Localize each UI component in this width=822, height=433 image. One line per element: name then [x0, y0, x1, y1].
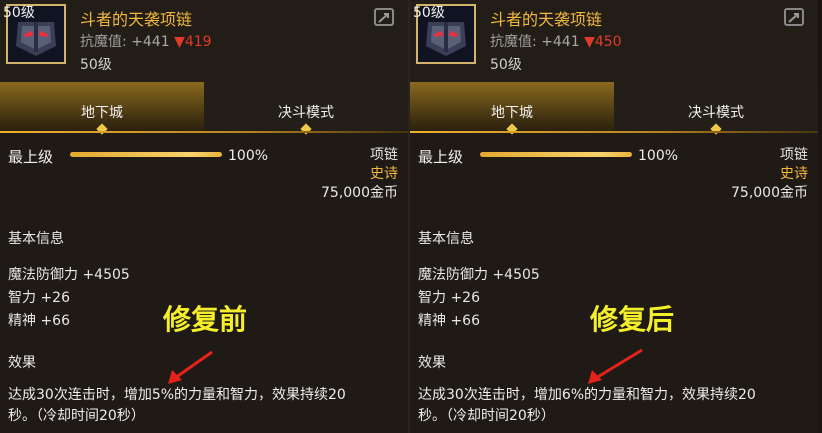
attr-magic-defense: 魔法防御力 +4505	[418, 267, 540, 283]
share-icon[interactable]	[374, 8, 394, 26]
tab-underline	[410, 131, 818, 133]
stat-down-arrow: ▼	[174, 34, 185, 50]
effect-text: 达成30次连击时，增加5%的力量和智力，效果持续20 秒。（冷却时间20秒）	[8, 385, 398, 427]
grade-percent: 100%	[638, 148, 679, 164]
tooltip-panel-after: 50级 斗者的天袭项链 抗魔值: +441 ▼450 50级 地下城 决斗模式 …	[410, 0, 818, 433]
tab-underline	[0, 131, 408, 133]
tab-duel[interactable]: 决斗模式	[614, 82, 818, 135]
effect-line-1: 达成30次连击时，增加5%的力量和智力，效果持续20	[8, 387, 346, 403]
tab-dungeon-label: 地下城	[81, 105, 123, 121]
mode-tabs: 地下城 决斗模式	[0, 82, 408, 135]
tab-dungeon-label: 地下城	[491, 105, 533, 121]
after-fix-label: 修复后	[590, 303, 675, 336]
tooltip-header: 50级 斗者的天袭项链 抗魔值: +441 ▼419 50级	[0, 0, 408, 82]
tab-duel[interactable]: 决斗模式	[204, 82, 408, 135]
basic-info-title: 基本信息	[8, 231, 64, 247]
tab-dungeon[interactable]: 地下城	[0, 82, 204, 135]
item-type: 项链	[370, 147, 398, 163]
stat-plus: +441	[131, 34, 170, 50]
effect-title: 效果	[8, 355, 36, 371]
grade-label: 最上级	[418, 148, 464, 166]
attr-spirit: 精神 +66	[8, 313, 70, 329]
basic-info-title: 基本信息	[418, 231, 474, 247]
item-level-tag: 50级	[3, 5, 35, 21]
tab-duel-label: 决斗模式	[278, 105, 334, 121]
tooltip-header: 50级 斗者的天袭项链 抗魔值: +441 ▼450 50级	[410, 0, 818, 82]
item-rarity: 史诗	[370, 166, 398, 182]
before-fix-label: 修复前	[163, 303, 248, 336]
item-level-sub: 50级	[490, 57, 522, 73]
grade-progress-bar	[480, 152, 632, 157]
item-rarity: 史诗	[780, 166, 808, 182]
effect-text: 达成30次连击时，增加6%的力量和智力，效果持续20 秒。（冷却时间20秒）	[418, 385, 808, 427]
grade-percent: 100%	[228, 148, 269, 164]
grade-progress-bar	[70, 152, 222, 157]
attr-magic-defense: 魔法防御力 +4505	[8, 267, 130, 283]
effect-line-1: 达成30次连击时，增加6%的力量和智力，效果持续20	[418, 387, 756, 403]
item-name: 斗者的天袭项链	[80, 10, 193, 29]
tab-dungeon[interactable]: 地下城	[410, 82, 614, 135]
attr-spirit: 精神 +66	[418, 313, 480, 329]
stat-plus: +441	[541, 34, 580, 50]
stat-line: 抗魔值: +441 ▼419	[80, 31, 212, 51]
attr-intelligence: 智力 +26	[418, 290, 480, 306]
stat-name: 抗魔值:	[490, 34, 542, 50]
item-type: 项链	[780, 147, 808, 163]
effect-line-2: 秒。（冷却时间20秒）	[418, 408, 555, 424]
tab-duel-label: 决斗模式	[688, 105, 744, 121]
share-icon[interactable]	[784, 8, 804, 26]
item-name: 斗者的天袭项链	[490, 10, 603, 29]
stat-name: 抗魔值:	[80, 34, 132, 50]
mode-tabs: 地下城 决斗模式	[410, 82, 818, 135]
stat-line: 抗魔值: +441 ▼450	[490, 31, 622, 51]
attr-intelligence: 智力 +26	[8, 290, 70, 306]
stat-down-arrow: ▼	[584, 34, 595, 50]
effect-title: 效果	[418, 355, 446, 371]
stat-down-value: 419	[184, 34, 212, 50]
stat-down-value: 450	[594, 34, 622, 50]
item-level-sub: 50级	[80, 57, 112, 73]
effect-line-2: 秒。（冷却时间20秒）	[8, 408, 145, 424]
item-level-tag: 50级	[413, 5, 445, 21]
grade-label: 最上级	[8, 148, 54, 166]
item-price: 75,000金币	[321, 185, 398, 201]
tooltip-panel-before: 50级 斗者的天袭项链 抗魔值: +441 ▼419 50级 地下城 决斗模式 …	[0, 0, 408, 433]
item-price: 75,000金币	[731, 185, 808, 201]
